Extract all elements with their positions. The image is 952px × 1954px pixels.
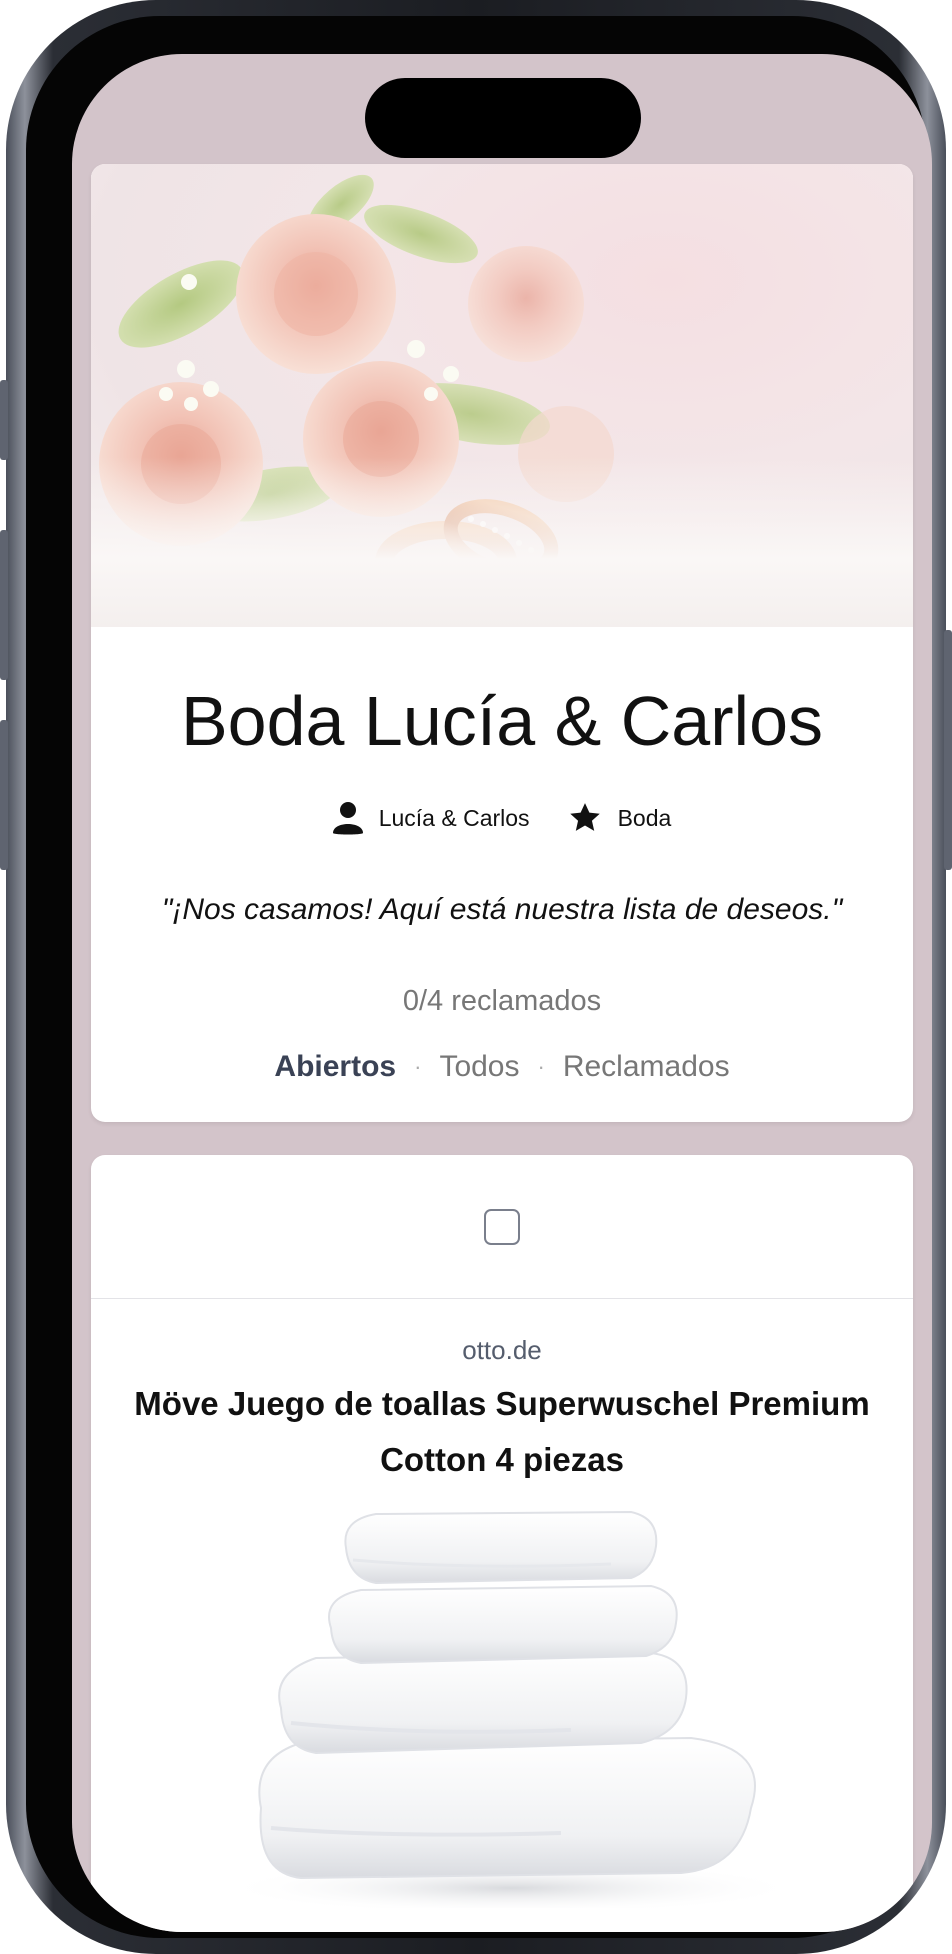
item-source[interactable]: otto.de <box>91 1335 913 1366</box>
registry-header-card: Boda Lucía & Carlos Lucía & Carlos Boda … <box>91 164 913 1122</box>
filter-all[interactable]: Todos <box>439 1050 519 1084</box>
filter-separator: · <box>414 1054 422 1079</box>
towels-illustration <box>221 1510 801 1914</box>
action-button <box>0 380 8 460</box>
occasion-label: Boda <box>617 804 672 831</box>
screen: Boda Lucía & Carlos Lucía & Carlos Boda … <box>72 54 932 1932</box>
volume-down-button <box>0 720 8 870</box>
item-name[interactable]: Möve Juego de toallas Superwuschel Premi… <box>113 1376 891 1488</box>
owner-name: Lucía & Carlos <box>378 804 530 831</box>
filter-tabs: Abiertos · Todos · Reclamados <box>91 1050 913 1084</box>
dynamic-island <box>365 78 641 158</box>
filter-claimed[interactable]: Reclamados <box>563 1050 730 1084</box>
hero-image <box>91 164 913 627</box>
power-button <box>944 630 952 870</box>
phone-bezel: Boda Lucía & Carlos Lucía & Carlos Boda … <box>26 16 932 1938</box>
wishlist-item-card: otto.de Möve Juego de toallas Superwusch… <box>91 1155 913 1932</box>
claimed-count: 0/4 reclamados <box>402 985 602 1017</box>
owner-info: Lucía & Carlos <box>332 801 530 835</box>
star-icon <box>569 803 600 831</box>
registry-meta: Lucía & Carlos Boda <box>91 801 913 835</box>
claim-checkbox[interactable] <box>484 1208 520 1245</box>
person-icon <box>332 802 363 835</box>
filter-open[interactable]: Abiertos <box>274 1050 396 1084</box>
filter-separator: · <box>537 1054 545 1079</box>
registry-quote: "¡Nos casamos! Aquí está nuestra lista d… <box>161 893 843 926</box>
hero-surface <box>91 457 913 627</box>
item-image[interactable] <box>91 1508 913 1914</box>
claim-row <box>91 1155 913 1299</box>
registry-title: Boda Lucía & Carlos <box>180 682 824 760</box>
volume-up-button <box>0 530 8 680</box>
phone-frame: Boda Lucía & Carlos Lucía & Carlos Boda … <box>0 0 952 1954</box>
occasion-info: Boda <box>568 801 672 835</box>
